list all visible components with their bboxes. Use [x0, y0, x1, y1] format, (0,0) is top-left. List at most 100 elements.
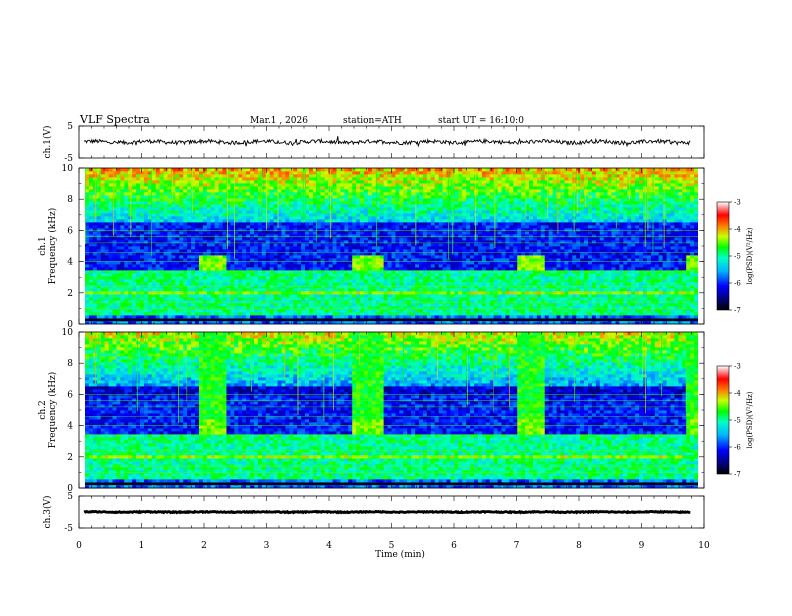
- heatmap-cell: [317, 270, 321, 273]
- heatmap-cell: [207, 195, 211, 198]
- heatmap-cell: [183, 273, 187, 276]
- heatmap-cell: [168, 195, 172, 198]
- heatmap-cell: [187, 300, 191, 303]
- heatmap-cell: [164, 219, 168, 222]
- heatmap-cell: [435, 258, 439, 261]
- heatmap-cell: [152, 183, 156, 186]
- heatmap-cell: [207, 222, 211, 225]
- heatmap-cell: [274, 216, 278, 219]
- heatmap-cell: [128, 267, 132, 270]
- heatmap-cell: [293, 279, 297, 282]
- heatmap-cell: [274, 267, 278, 270]
- heatmap-cell: [144, 219, 148, 222]
- heatmap-cell: [152, 267, 156, 270]
- heatmap-cell: [281, 222, 285, 225]
- heatmap-cell: [199, 264, 203, 267]
- heatmap-cell: [128, 237, 132, 240]
- heatmap-cell: [136, 180, 140, 183]
- heatmap-cell: [443, 231, 447, 234]
- heatmap-cell: [215, 228, 219, 231]
- heatmap-cell: [211, 213, 215, 216]
- heatmap-cell: [427, 309, 431, 312]
- heatmap-cell: [403, 249, 407, 252]
- heatmap-cell: [109, 276, 113, 279]
- heatmap-cell: [160, 207, 164, 210]
- heatmap-cell: [199, 303, 203, 306]
- heatmap-cell: [411, 267, 415, 270]
- heatmap-cell: [140, 207, 144, 210]
- heatmap-cell: [175, 180, 179, 183]
- heatmap-cell: [175, 216, 179, 219]
- heatmap-cell: [336, 177, 340, 180]
- heatmap-cell: [246, 276, 250, 279]
- heatmap-cell: [109, 198, 113, 201]
- heatmap-cell: [313, 249, 317, 252]
- heatmap-cell: [403, 309, 407, 312]
- heatmap-cell: [384, 201, 388, 204]
- heatmap-cell: [321, 246, 325, 249]
- heatmap-cell: [333, 228, 337, 231]
- heatmap-cell: [403, 213, 407, 216]
- heatmap-cell: [234, 303, 238, 306]
- heatmap-cell: [234, 279, 238, 282]
- heatmap-cell: [199, 270, 203, 273]
- heatmap-cell: [113, 183, 117, 186]
- heatmap-cell: [278, 303, 282, 306]
- heatmap-cell: [262, 204, 266, 207]
- heatmap-cell: [411, 216, 415, 219]
- heatmap-cell: [242, 171, 246, 174]
- heatmap-cell: [313, 294, 317, 297]
- heatmap-cell: [419, 282, 423, 285]
- heatmap-cell: [336, 198, 340, 201]
- heatmap-cell: [152, 288, 156, 291]
- heatmap-cell: [285, 288, 289, 291]
- heatmap-cell: [116, 246, 120, 249]
- heatmap-cell: [289, 246, 293, 249]
- heatmap-cell: [344, 267, 348, 270]
- heatmap-cell: [215, 273, 219, 276]
- heatmap-cell: [109, 279, 113, 282]
- heatmap-cell: [195, 207, 199, 210]
- heatmap-cell: [360, 228, 364, 231]
- heatmap-cell: [329, 294, 333, 297]
- heatmap-cell: [285, 258, 289, 261]
- heatmap-cell: [144, 201, 148, 204]
- heatmap-cell: [234, 270, 238, 273]
- heatmap-cell: [246, 282, 250, 285]
- heatmap-cell: [226, 258, 230, 261]
- heatmap-cell: [372, 204, 376, 207]
- heatmap-cell: [289, 273, 293, 276]
- heatmap-cell: [171, 168, 175, 171]
- heatmap-cell: [207, 255, 211, 258]
- heatmap-cell: [289, 192, 293, 195]
- heatmap-cell: [199, 222, 203, 225]
- heatmap-cell: [348, 273, 352, 276]
- heatmap-cell: [152, 297, 156, 300]
- heatmap-cell: [215, 213, 219, 216]
- heatmap-cell: [230, 219, 234, 222]
- heatmap-cell: [344, 189, 348, 192]
- heatmap-cell: [101, 249, 105, 252]
- heatmap-cell: [124, 267, 128, 270]
- heatmap-cell: [144, 282, 148, 285]
- heatmap-cell: [289, 201, 293, 204]
- heatmap-cell: [120, 231, 124, 234]
- heatmap-cell: [258, 207, 262, 210]
- heatmap-cell: [415, 294, 419, 297]
- heatmap-cell: [160, 195, 164, 198]
- heatmap-cell: [191, 207, 195, 210]
- heatmap-cell: [435, 216, 439, 219]
- heatmap-cell: [352, 180, 356, 183]
- heatmap-cell: [313, 303, 317, 306]
- heatmap-cell: [305, 258, 309, 261]
- heatmap-cell: [388, 186, 392, 189]
- heatmap-cell: [431, 264, 435, 267]
- heatmap-cell: [333, 207, 337, 210]
- heatmap-cell: [230, 249, 234, 252]
- heatmap-cell: [101, 183, 105, 186]
- heatmap-cell: [230, 216, 234, 219]
- heatmap-cell: [85, 264, 89, 267]
- heatmap-cell: [168, 294, 172, 297]
- heatmap-cell: [203, 168, 207, 171]
- heatmap-cell: [356, 192, 360, 195]
